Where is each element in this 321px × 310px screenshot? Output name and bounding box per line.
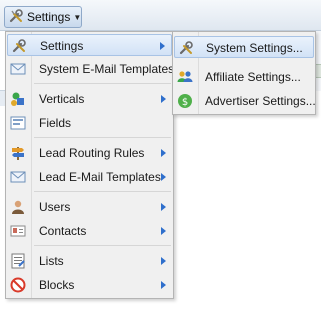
submenu-arrow-icon (161, 95, 166, 103)
menu-item-verticals[interactable]: Verticals (7, 88, 172, 110)
menu-separator (34, 191, 171, 192)
menu-separator (34, 245, 171, 246)
submenu-arrow-icon (161, 227, 166, 235)
submenu-arrow-icon (161, 203, 166, 211)
submenu-item-advertiser-settings[interactable]: $ Advertiser Settings... (174, 90, 316, 112)
menu-item-label: System E-Mail Templates (39, 62, 175, 76)
block-icon (10, 277, 26, 293)
menu-item-label: Lead E-Mail Templates (39, 170, 161, 184)
menu-item-label: Contacts (39, 224, 87, 238)
envelope-icon (10, 61, 26, 77)
submenu-item-label: System Settings... (206, 41, 303, 55)
menu-item-lead-routing-rules[interactable]: Lead Routing Rules (7, 142, 172, 164)
routing-sign-icon (10, 145, 26, 161)
menu-item-label: Settings (40, 39, 84, 53)
settings-menu-button[interactable]: Settings ▼ (4, 6, 82, 28)
submenu-item-label: Affiliate Settings... (205, 70, 301, 84)
form-fields-icon (10, 115, 26, 131)
menu-item-settings[interactable]: Settings (7, 34, 172, 56)
submenu-arrow-icon (161, 173, 166, 181)
menu-item-label: Verticals (39, 92, 85, 106)
menu-item-users[interactable]: Users (7, 196, 172, 218)
settings-submenu: System Settings... Affiliate Settings...… (172, 31, 316, 115)
submenu-arrow-icon (161, 281, 166, 289)
chevron-down-icon: ▼ (73, 12, 82, 22)
settings-dropdown-menu: Settings System E-Mail Templates Vertica… (5, 31, 174, 299)
menu-item-label: Lead Routing Rules (39, 146, 145, 160)
settings-menu-button-label: Settings (27, 10, 71, 24)
users-group-icon (177, 69, 193, 85)
wrench-screwdriver-icon (178, 40, 194, 56)
toolbar: Settings ▼ (0, 0, 321, 31)
menu-item-system-email-templates[interactable]: System E-Mail Templates (7, 58, 175, 80)
submenu-arrow-icon (161, 149, 166, 157)
submenu-item-label: Advertiser Settings... (205, 94, 316, 108)
shapes-icon (10, 91, 26, 107)
submenu-arrow-icon (161, 257, 166, 265)
menu-item-contacts[interactable]: Contacts (7, 220, 172, 242)
menu-item-label: Fields (39, 116, 72, 130)
svg-text:$: $ (182, 97, 188, 108)
wrench-screwdriver-icon (8, 8, 24, 27)
submenu-arrow-icon (160, 42, 165, 50)
checklist-icon (10, 253, 26, 269)
dollar-coin-icon: $ (177, 93, 193, 109)
address-card-icon (10, 223, 26, 239)
menu-item-label: Lists (39, 254, 64, 268)
menu-item-lead-email-templates[interactable]: Lead E-Mail Templates (7, 166, 172, 188)
menu-separator (34, 137, 171, 138)
submenu-item-affiliate-settings[interactable]: Affiliate Settings... (174, 66, 314, 88)
menu-item-blocks[interactable]: Blocks (7, 274, 172, 296)
submenu-item-system-settings[interactable]: System Settings... (174, 36, 314, 58)
menu-item-fields[interactable]: Fields (7, 112, 172, 134)
menu-item-label: Blocks (39, 278, 75, 292)
menu-item-label: Users (39, 200, 71, 214)
wrench-screwdriver-icon (11, 38, 27, 54)
menu-item-lists[interactable]: Lists (7, 250, 172, 272)
menu-separator (34, 83, 171, 84)
envelope-icon (10, 169, 26, 185)
user-icon (10, 199, 26, 215)
